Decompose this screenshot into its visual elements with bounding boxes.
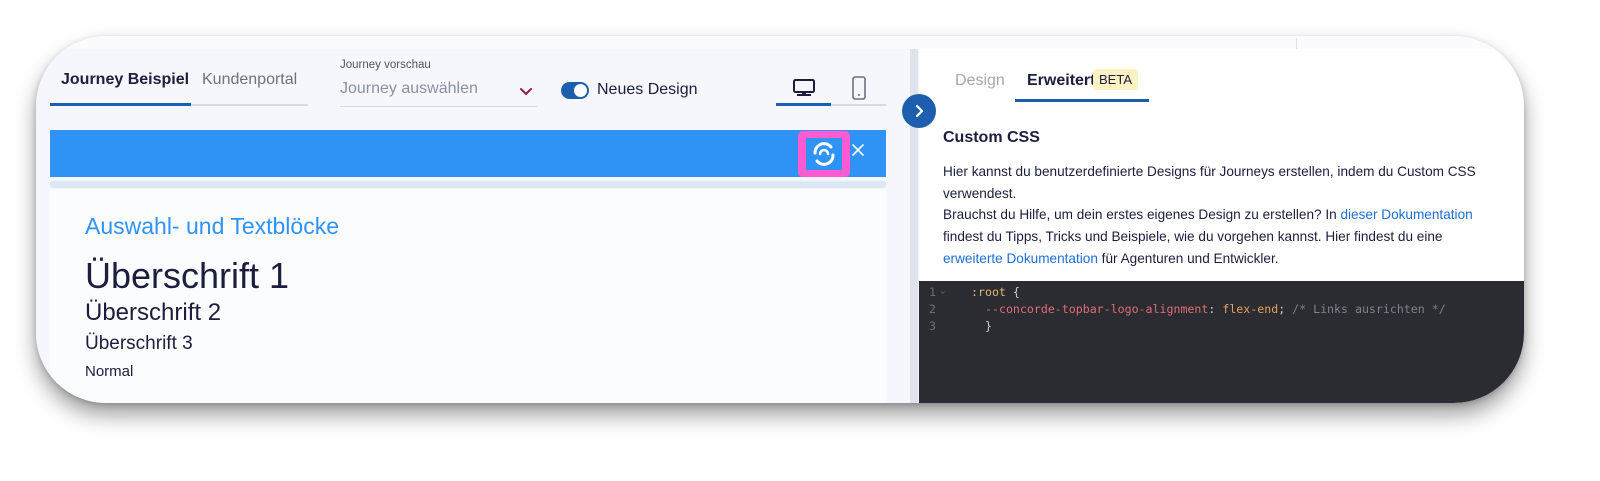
code-line-2: 2 --concorde-topbar-logo-alignment: flex…: [919, 302, 1524, 319]
code-colon: :: [1208, 302, 1223, 316]
code-close-brace: }: [985, 319, 992, 333]
code-value: flex-end: [1222, 302, 1279, 316]
code-line-1: 1 ⌄ :root {: [919, 285, 1524, 302]
heading-1: Überschrift 1: [85, 255, 290, 296]
tabs-active-indicator: [50, 103, 191, 106]
fold-icon[interactable]: ⌄: [940, 286, 945, 296]
mobile-icon: [851, 76, 866, 100]
code-line-3: 3 }: [919, 319, 1524, 336]
description-p1: Hier kannst du benutzerdefinierte Design…: [943, 164, 1476, 201]
heading-2: Überschrift 2: [85, 299, 222, 326]
tab-journey-beispiel[interactable]: Journey Beispiel: [61, 71, 189, 89]
tab-erweitert[interactable]: Erweitert: [1027, 72, 1095, 90]
mobile-view-button[interactable]: [831, 75, 886, 101]
logo-highlight[interactable]: [798, 131, 850, 177]
normal-text: Normal: [85, 363, 134, 380]
neues-design-label: Neues Design: [597, 81, 698, 98]
close-icon[interactable]: [851, 143, 865, 157]
journey-select-placeholder: Journey auswählen: [340, 80, 478, 97]
logo-icon: [813, 142, 835, 166]
chevron-down-icon: [520, 88, 532, 96]
desktop-icon: [792, 79, 815, 96]
dieser-dokumentation-link[interactable]: dieser Dokumentation: [1340, 207, 1472, 222]
description-p2-end: für Agenturen und Entwickler.: [1097, 250, 1279, 266]
tab-kundenportal[interactable]: Kundenportal: [202, 71, 297, 89]
line-number: 1: [929, 285, 936, 299]
description-p2-before: Brauchst du Hilfe, um dein erstes eigene…: [943, 207, 1341, 223]
heading-3: Überschrift 3: [85, 333, 193, 354]
device-active-indicator: [776, 103, 831, 106]
beta-badge: BETA: [1093, 69, 1138, 90]
erweiterte-dokumentation-link[interactable]: erweiterte Dokumentation: [943, 251, 1098, 266]
description-p2-after: findest du Tipps, Tricks und Beispiele, …: [943, 229, 1443, 245]
code-comment: /* Links ausrichten */: [1285, 302, 1446, 316]
chevron-right-icon: [915, 104, 924, 118]
preview-progress-bar: [50, 181, 886, 188]
preview-pane: Journey Beispiel Kundenportal Journey vo…: [36, 49, 932, 403]
settings-pane: Design Erweitert BETA Custom CSS Hier ka…: [919, 49, 1524, 403]
journey-select-label: Journey vorschau: [340, 59, 431, 71]
custom-css-title: Custom CSS: [943, 129, 1040, 146]
line-number: 2: [929, 302, 936, 316]
code-property: --concorde-topbar-logo-alignment: [985, 302, 1209, 316]
code-selector: :root: [971, 285, 1006, 299]
top-strip: [36, 36, 1524, 50]
right-tabs-active-indicator: [1015, 99, 1149, 102]
neues-design-toggle[interactable]: [561, 82, 589, 99]
custom-css-description: Hier kannst du benutzerdefinierte Design…: [943, 161, 1483, 270]
collapse-panel-button[interactable]: [902, 94, 936, 128]
journey-select[interactable]: Journey auswählen: [340, 79, 537, 107]
css-code-editor[interactable]: 1 ⌄ :root { 2 --concorde-topbar-logo-ali…: [919, 281, 1524, 403]
toggle-knob: [574, 84, 587, 97]
tab-design[interactable]: Design: [955, 72, 1005, 90]
top-strip-separator: [1296, 38, 1297, 49]
line-number: 3: [929, 319, 936, 333]
preview-topbar: [50, 130, 886, 177]
code-brace: {: [1005, 285, 1020, 299]
app-window: Journey Beispiel Kundenportal Journey vo…: [36, 36, 1524, 403]
section-title: Auswahl- und Textblöcke: [85, 213, 339, 239]
desktop-view-button[interactable]: [776, 75, 831, 101]
